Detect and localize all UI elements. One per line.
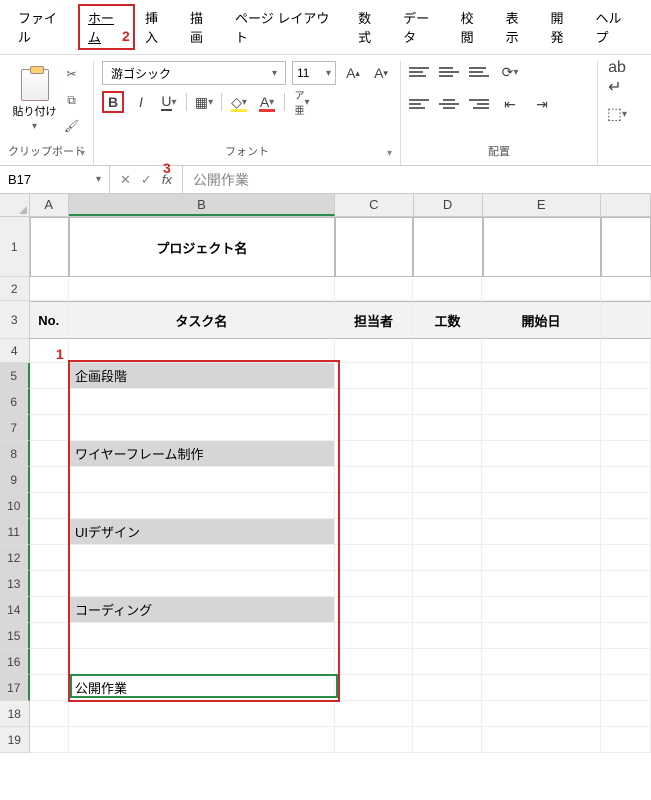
phonetic-button[interactable]: ア亜 ▾ xyxy=(291,91,313,113)
annotation-1: 1 xyxy=(56,346,64,362)
col-header-C[interactable]: C xyxy=(335,194,414,216)
paste-icon xyxy=(21,69,49,101)
menu-挿入[interactable]: 挿入 xyxy=(135,4,180,50)
annotation-2: 2 xyxy=(122,28,130,44)
group-clipboard-label: クリップボード xyxy=(8,146,85,158)
border-button[interactable]: ▦ ▾ xyxy=(193,91,215,113)
menu-数式[interactable]: 数式 xyxy=(348,4,393,50)
row-header[interactable]: 3 xyxy=(0,301,30,339)
row-header[interactable]: 10 xyxy=(0,493,30,519)
menu-bar: ファイルホーム挿入描画ページ レイアウト数式データ校閲表示開発ヘルプ xyxy=(0,0,651,54)
menu-ファイル[interactable]: ファイル xyxy=(8,4,78,50)
cancel-icon[interactable]: ✕ xyxy=(120,172,131,188)
formula-input[interactable]: 公開作業 xyxy=(183,166,651,193)
spreadsheet-grid[interactable]: ABCDE 1 プロジェクト名 23No.タスク名担当者工数開始日 45 企画段階 678 ワ… xyxy=(0,194,651,753)
project-name-cell[interactable]: プロジェクト名 xyxy=(69,217,335,277)
menu-データ[interactable]: データ xyxy=(393,4,450,50)
orientation-icon[interactable]: ⟳ ▾ xyxy=(499,61,521,83)
row-header[interactable]: 4 xyxy=(0,339,30,363)
row-header[interactable]: 2 xyxy=(0,277,30,301)
merge-cells-icon[interactable]: ⬚ ▾ xyxy=(606,103,628,125)
row-header[interactable]: 12 xyxy=(0,545,30,571)
group-align-label: 配置 xyxy=(488,146,510,158)
paste-label: 貼り付け xyxy=(13,103,57,119)
menu-ページ レイアウト[interactable]: ページ レイアウト xyxy=(225,4,348,50)
menu-開発[interactable]: 開発 xyxy=(541,4,586,50)
ribbon: 貼り付け ▾ ✂ ⧉ 🖌 クリップボード▾ 游ゴシック▾ 11▾ A▴ A▾ B… xyxy=(0,54,651,166)
task-cell[interactable]: UIデザイン xyxy=(69,519,335,545)
row-header[interactable]: 6 xyxy=(0,389,30,415)
font-name-select[interactable]: 游ゴシック▾ xyxy=(102,61,286,85)
copy-icon[interactable]: ⧉ xyxy=(63,91,81,109)
enter-icon[interactable]: ✓ xyxy=(141,172,152,188)
header-cell[interactable]: 担当者 xyxy=(335,301,414,339)
indent-increase-icon[interactable]: ⇥ xyxy=(531,93,553,115)
chevron-down-icon: ▾ xyxy=(32,121,37,132)
format-painter-icon[interactable]: 🖌 xyxy=(63,117,81,135)
row-header[interactable]: 11 xyxy=(0,519,30,545)
bold-button[interactable]: B xyxy=(102,91,124,113)
wrap-text-icon[interactable]: ab↵ xyxy=(606,67,628,89)
group-clipboard: 貼り付け ▾ ✂ ⧉ 🖌 クリップボード▾ xyxy=(0,61,94,165)
header-cell[interactable]: 開始日 xyxy=(482,301,600,339)
dialog-launcher-icon[interactable]: ▾ xyxy=(387,148,392,159)
menu-描画[interactable]: 描画 xyxy=(180,4,225,50)
italic-button[interactable]: I xyxy=(130,91,152,113)
col-header-E[interactable]: E xyxy=(483,194,601,216)
col-header-A[interactable]: A xyxy=(30,194,69,216)
group-font: 游ゴシック▾ 11▾ A▴ A▾ B I U ▾ ▦ ▾ ◇ ▾ A ▾ ア亜 … xyxy=(94,61,401,165)
underline-button[interactable]: U ▾ xyxy=(158,91,180,113)
align-center-icon[interactable] xyxy=(439,95,459,113)
formula-bar: B17▾ ✕ ✓ fx 公開作業 xyxy=(0,166,651,194)
header-cell[interactable]: No. xyxy=(30,301,70,339)
dialog-launcher-icon[interactable]: ▾ xyxy=(80,148,85,159)
header-cell[interactable] xyxy=(601,301,651,339)
group-wrap: ab↵ ⬚ ▾ xyxy=(598,61,636,165)
align-bottom-icon[interactable] xyxy=(469,63,489,81)
row-header[interactable]: 19 xyxy=(0,727,30,753)
row-header[interactable]: 1 xyxy=(0,217,30,277)
col-header-[interactable] xyxy=(601,194,651,216)
row-header[interactable]: 9 xyxy=(0,467,30,493)
row-header[interactable]: 5 xyxy=(0,363,30,389)
name-box[interactable]: B17▾ xyxy=(0,166,110,193)
align-top-icon[interactable] xyxy=(409,63,429,81)
col-header-D[interactable]: D xyxy=(414,194,483,216)
font-size-select[interactable]: 11▾ xyxy=(292,61,336,85)
decrease-font-icon[interactable]: A▾ xyxy=(370,62,392,84)
task-cell[interactable]: 公開作業 xyxy=(69,675,335,701)
group-font-label: フォント xyxy=(225,146,269,158)
row-header[interactable]: 13 xyxy=(0,571,30,597)
col-header-B[interactable]: B xyxy=(69,194,335,216)
task-cell[interactable]: 企画段階 xyxy=(69,363,335,389)
menu-ヘルプ[interactable]: ヘルプ xyxy=(586,4,643,50)
increase-font-icon[interactable]: A▴ xyxy=(342,62,364,84)
menu-校閲[interactable]: 校閲 xyxy=(451,4,496,50)
align-left-icon[interactable] xyxy=(409,95,429,113)
row-header[interactable]: 14 xyxy=(0,597,30,623)
cut-icon[interactable]: ✂ xyxy=(63,65,81,83)
align-middle-icon[interactable] xyxy=(439,63,459,81)
row-header[interactable]: 8 xyxy=(0,441,30,467)
annotation-3: 3 xyxy=(163,160,171,176)
align-right-icon[interactable] xyxy=(469,95,489,113)
task-cell[interactable]: コーディング xyxy=(69,597,335,623)
header-cell[interactable]: 工数 xyxy=(413,301,482,339)
indent-decrease-icon[interactable]: ⇤ xyxy=(499,93,521,115)
menu-表示[interactable]: 表示 xyxy=(496,4,541,50)
font-color-button[interactable]: A ▾ xyxy=(256,91,278,113)
paste-button[interactable]: 貼り付け ▾ xyxy=(13,69,57,132)
header-cell[interactable]: タスク名 xyxy=(69,301,335,339)
group-align: ⟳ ▾ ⇤ ⇥ 配置 xyxy=(401,61,598,165)
row-header[interactable]: 18 xyxy=(0,701,30,727)
row-header[interactable]: 17 xyxy=(0,675,30,701)
row-header[interactable]: 15 xyxy=(0,623,30,649)
fill-color-button[interactable]: ◇ ▾ xyxy=(228,91,250,113)
row-header[interactable]: 16 xyxy=(0,649,30,675)
task-cell[interactable]: ワイヤーフレーム制作 xyxy=(69,441,335,467)
select-all-corner[interactable] xyxy=(0,194,30,216)
row-header[interactable]: 7 xyxy=(0,415,30,441)
